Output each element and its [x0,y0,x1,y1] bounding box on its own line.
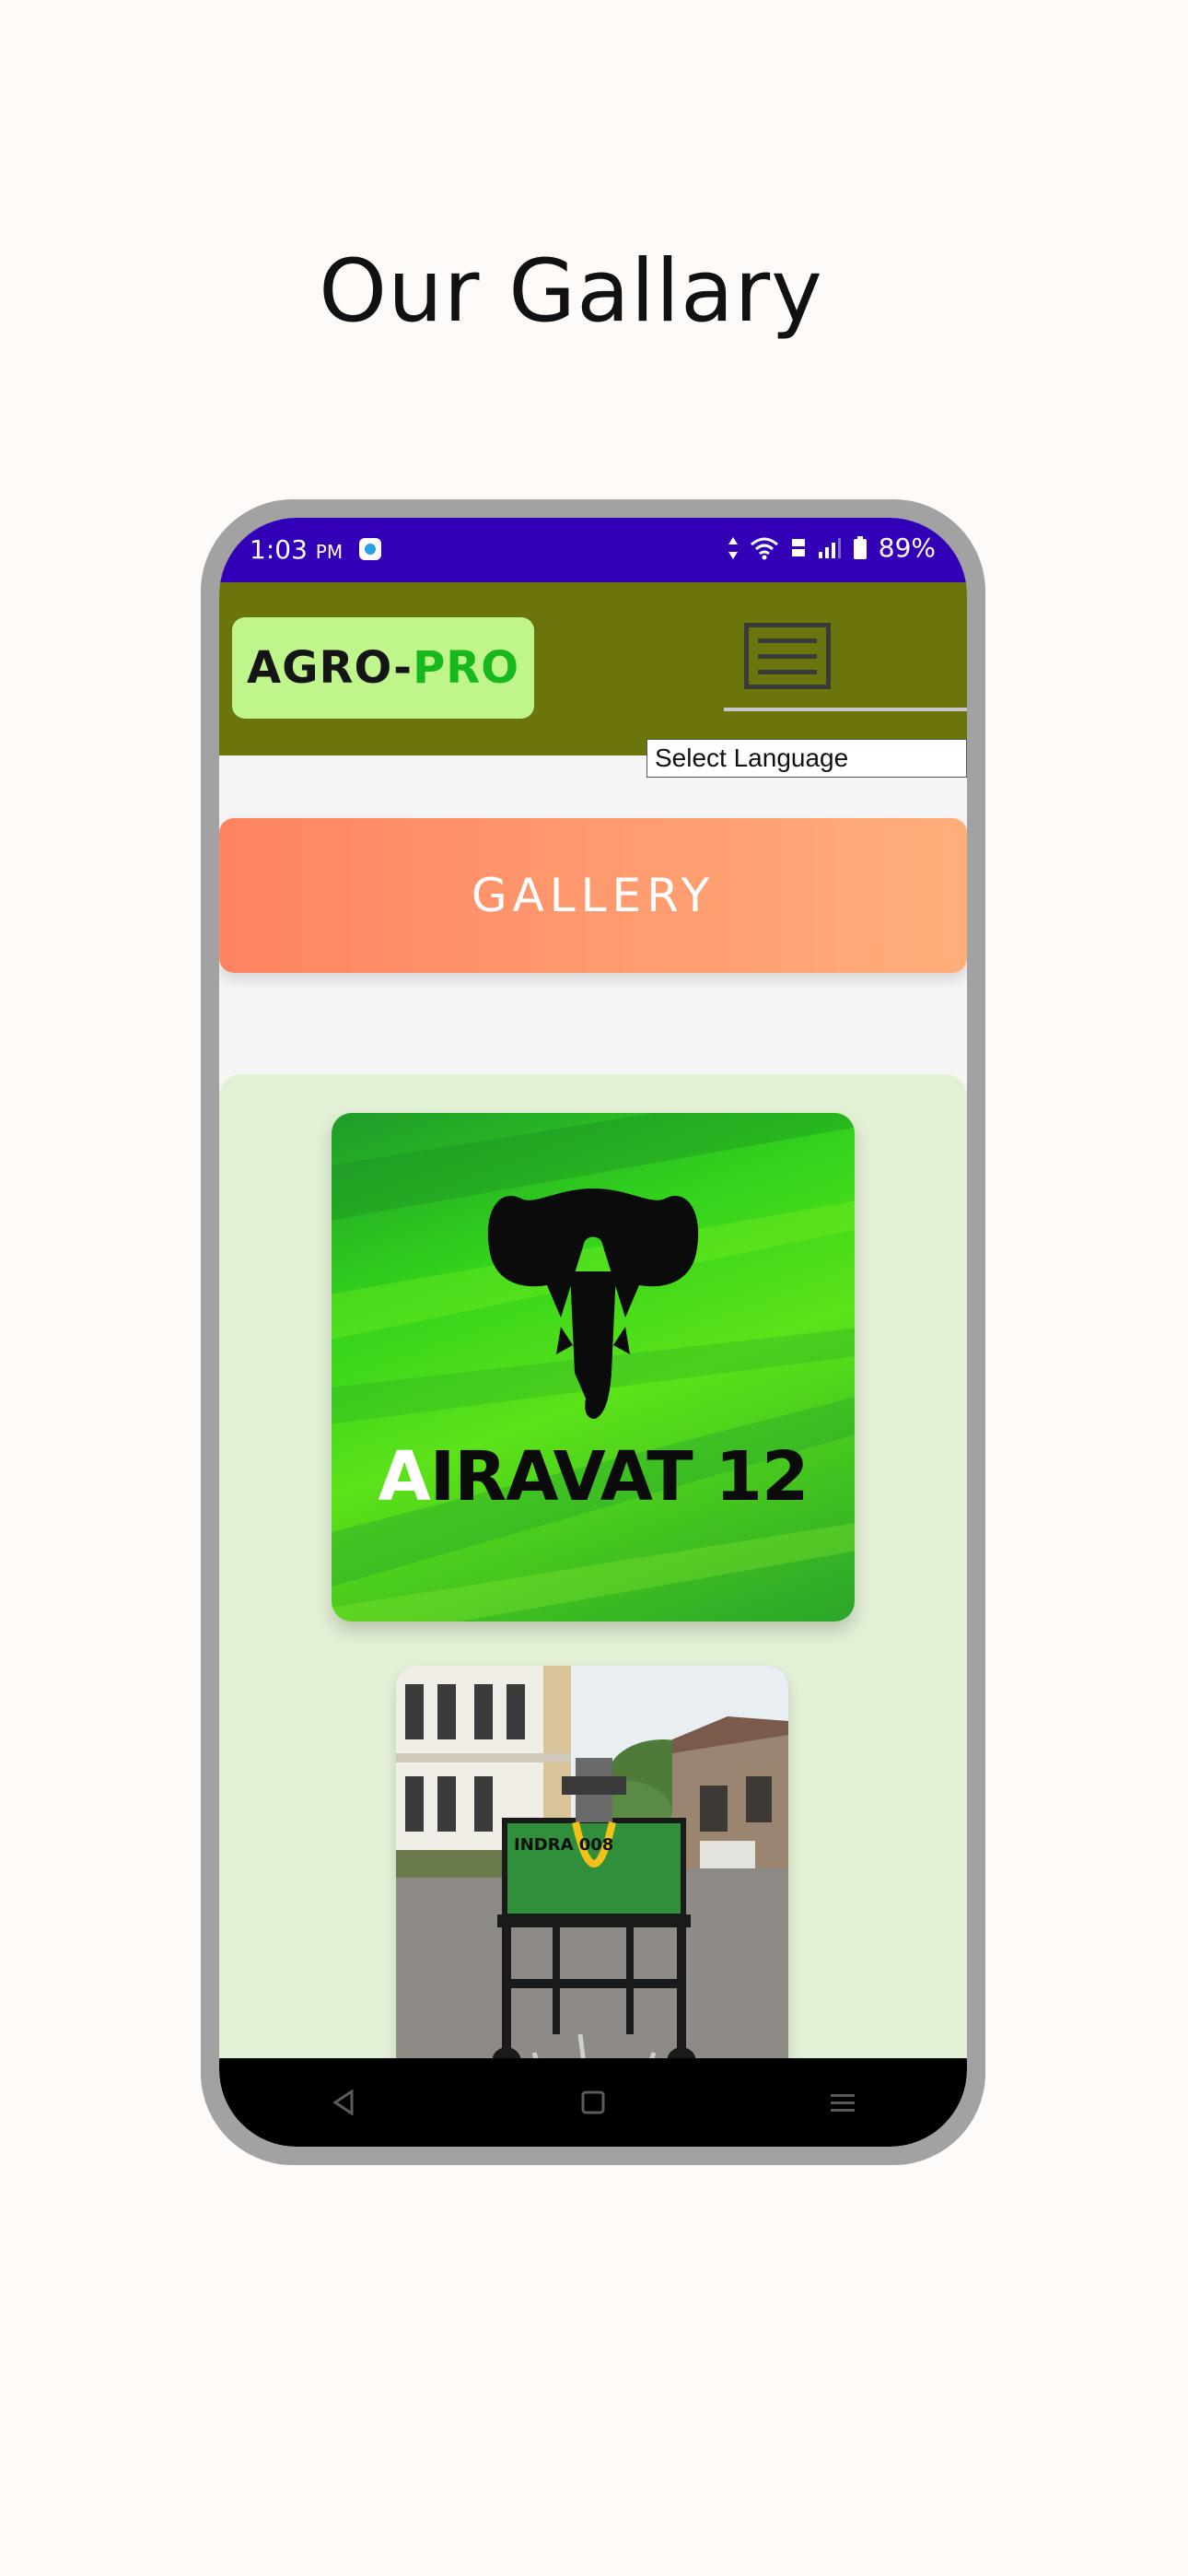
home-icon [581,2090,605,2114]
data-arrows-icon [728,536,738,559]
menu-line-bottom [758,670,817,674]
agro-pro-logo[interactable]: AGRO- PRO [232,617,534,719]
menu-underline [724,708,967,711]
gallery-banner: GALLERY [219,818,967,973]
battery-icon [853,535,867,559]
app-header: AGRO- PRO [219,582,967,755]
page-title: Our Gallary [319,241,823,342]
status-time-ampm: PM [315,541,344,563]
phone-screen: 1:03 PM 89% AGRO- PRO Select Language GA… [219,518,967,2147]
battery-percent: 89% [878,533,936,563]
back-icon [332,2090,354,2115]
notification-app-icon [359,538,381,560]
elephant-icon [487,1188,699,1419]
status-bar: 1:03 PM 89% [219,518,967,582]
wifi-icon [750,537,778,559]
hamburger-menu-icon[interactable] [744,623,831,689]
phone-frame: 1:03 PM 89% AGRO- PRO Select Language GA… [201,499,985,2165]
android-nav-bar [219,2058,967,2147]
home-button[interactable] [538,2090,648,2115]
robot-sign-text: INDRA 008 [514,1835,614,1855]
recents-button[interactable] [787,2091,898,2113]
menu-line-middle [758,654,817,659]
airavat-title-rest: IRAVAT 12 [429,1437,809,1516]
menu-line-top [758,638,817,643]
logo-text-part2: PRO [413,642,520,694]
back-button[interactable] [288,2090,399,2115]
status-time: 1:03 PM [250,534,343,565]
airavat-title-first-letter: A [378,1437,430,1516]
status-time-value: 1:03 [250,534,308,565]
signal-icon [818,537,841,558]
logo-text-part1: AGRO- [246,642,413,694]
volte-icon [791,538,805,556]
gallery-image-airavat[interactable]: AIRAVAT 12 [332,1113,855,1622]
status-icons: 89% [728,533,936,563]
recents-icon [830,2094,855,2112]
airavat-title: AIRAVAT 12 [332,1437,855,1516]
language-select[interactable]: Select Language [646,739,967,778]
